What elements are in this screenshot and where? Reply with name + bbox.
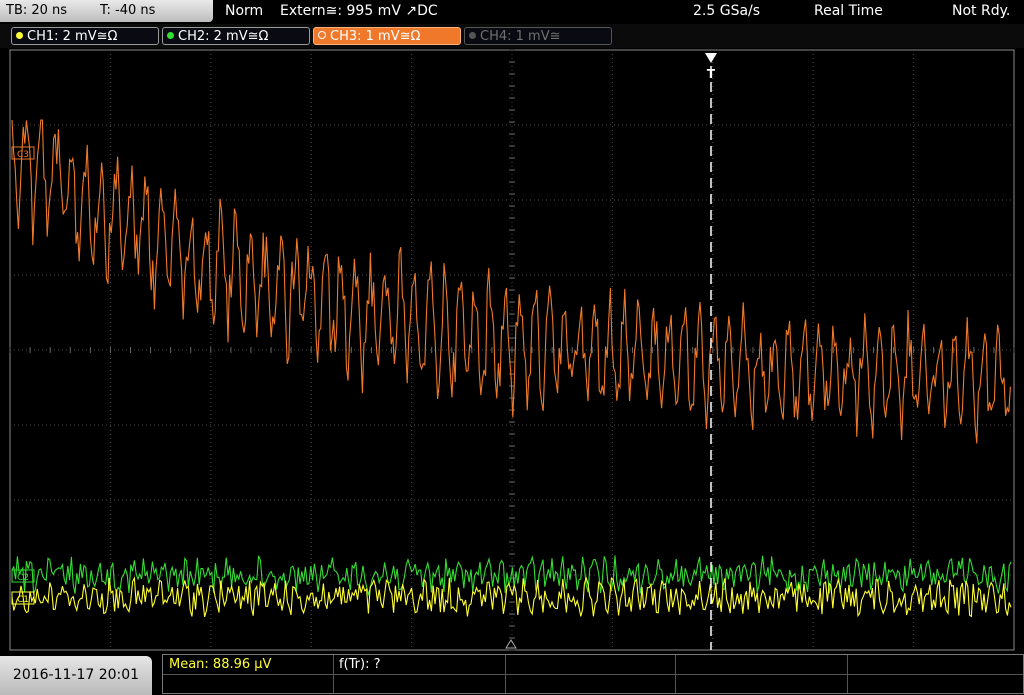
channel-2-marker-label: C2 bbox=[17, 573, 29, 583]
channel-1-marker-label: C1 bbox=[17, 595, 29, 605]
datetime-panel: 2016-11-17 20:01 bbox=[0, 656, 152, 695]
frequency-measurement: f(Tr): ? bbox=[339, 657, 381, 672]
channel-3-marker-label: C3 bbox=[17, 150, 29, 160]
waveform-display[interactable]: T C3 C2 C1 bbox=[0, 0, 1024, 695]
trigger-marker-label: T bbox=[707, 67, 716, 81]
mean-measurement: Mean: 88.96 µV bbox=[169, 657, 272, 672]
measurement-panel[interactable]: Mean: 88.96 µV f(Tr): ? bbox=[162, 654, 1024, 694]
bottom-bar: 2016-11-17 20:01 Mean: 88.96 µV f(Tr): ? bbox=[0, 652, 1024, 695]
